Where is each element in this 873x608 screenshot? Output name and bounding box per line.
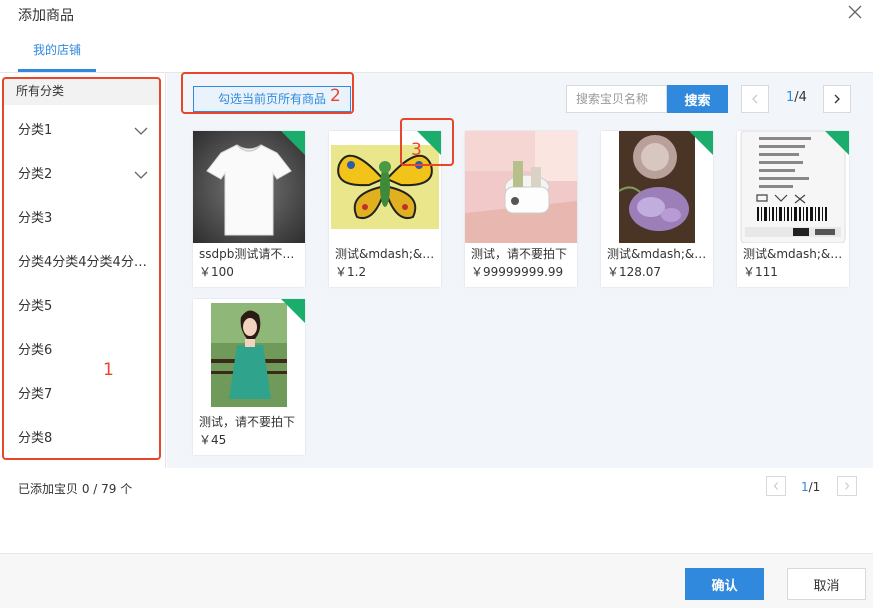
sidebar-item-category-6[interactable]: 分类6 bbox=[0, 329, 160, 373]
product-panel: 勾选当前页所有商品 搜索 1/4 ssdpb测试请不要拍 ￥100 bbox=[167, 73, 873, 468]
footer-page-indicator: 1/1 bbox=[801, 480, 820, 494]
prev-page-button[interactable] bbox=[741, 85, 769, 113]
dialog-title: 添加商品 bbox=[18, 8, 74, 24]
chevron-left-icon bbox=[752, 94, 758, 104]
featured-corner-tag bbox=[825, 131, 849, 155]
product-price: ￥111 bbox=[743, 265, 778, 279]
confirm-button[interactable]: 确认 bbox=[685, 568, 764, 600]
next-page-button[interactable] bbox=[823, 85, 851, 113]
product-name: ssdpb测试请不要拍 bbox=[199, 247, 299, 261]
sidebar-item-label: 分类6 bbox=[18, 343, 53, 358]
product-price: ￥100 bbox=[199, 265, 234, 279]
product-card[interactable]: 测试，请不要拍下 ￥45 bbox=[193, 299, 305, 455]
sidebar-item-label: 分类8 bbox=[18, 431, 53, 446]
sidebar-item-label: 分类4分类4分类4分类4分类4 bbox=[18, 255, 154, 270]
sidebar-header-all-categories[interactable]: 所有分类 bbox=[2, 77, 160, 105]
close-button[interactable] bbox=[847, 4, 863, 20]
page-indicator: 1/4 bbox=[786, 90, 807, 105]
product-name: 测试&mdash;&mdash; bbox=[335, 247, 435, 261]
product-card[interactable]: 测试，请不要拍下 ￥99999999.99 bbox=[465, 131, 577, 287]
chevron-right-icon bbox=[845, 482, 850, 490]
footer-prev-page-button[interactable] bbox=[766, 476, 786, 496]
product-price: ￥45 bbox=[199, 433, 227, 447]
sidebar-item-label: 分类1 bbox=[18, 123, 53, 138]
footer-total-pages: /1 bbox=[808, 480, 821, 494]
product-card[interactable]: 测试&mdash;&mdash; ￥128.07 bbox=[601, 131, 713, 287]
select-all-on-page-button[interactable]: 勾选当前页所有商品 bbox=[193, 86, 351, 112]
sidebar-item-category-5[interactable]: 分类5 bbox=[0, 285, 160, 329]
search-input[interactable] bbox=[566, 85, 667, 113]
sidebar-item-category-3[interactable]: 分类3 bbox=[0, 197, 160, 241]
annotation-number-3: 3 bbox=[411, 140, 422, 160]
product-price: ￥128.07 bbox=[607, 265, 661, 279]
product-name: 测试&mdash;&mdash; bbox=[743, 247, 843, 261]
chevron-down-icon[interactable] bbox=[134, 124, 148, 138]
chevron-right-icon bbox=[834, 94, 840, 104]
annotation-number-2: 2 bbox=[330, 86, 341, 106]
featured-corner-tag bbox=[281, 299, 305, 323]
product-card[interactable]: 测试&mdash;&mdash; ￥1.2 bbox=[329, 131, 441, 287]
product-card[interactable]: 测试&mdash;&mdash; ￥111 bbox=[737, 131, 849, 287]
tab-active-underline bbox=[18, 69, 96, 72]
sidebar-item-category-7[interactable]: 分类7 bbox=[0, 373, 160, 417]
sidebar-item-category-1[interactable]: 分类1 bbox=[0, 109, 160, 153]
featured-corner-tag bbox=[281, 131, 305, 155]
sidebar-item-label: 分类7 bbox=[18, 387, 53, 402]
product-name: 测试，请不要拍下 bbox=[471, 247, 568, 261]
sidebar-item-label: 分类3 bbox=[18, 211, 53, 226]
total-pages: /4 bbox=[794, 90, 807, 105]
sidebar-item-label: 分类5 bbox=[18, 299, 53, 314]
annotation-number-1: 1 bbox=[103, 360, 114, 380]
close-icon bbox=[848, 5, 862, 19]
chevron-down-icon[interactable] bbox=[134, 168, 148, 182]
sidebar-item-category-8[interactable]: 分类8 bbox=[0, 417, 160, 461]
sidebar-item-category-4[interactable]: 分类4分类4分类4分类4分类4 bbox=[0, 241, 160, 285]
chevron-left-icon bbox=[773, 482, 778, 490]
product-price: ￥1.2 bbox=[335, 265, 367, 279]
tab-bar: 我的店铺 bbox=[0, 28, 873, 73]
product-name: 测试&mdash;&mdash; bbox=[607, 247, 707, 261]
product-card[interactable]: ssdpb测试请不要拍 ￥100 bbox=[193, 131, 305, 287]
sidebar-item-label: 分类2 bbox=[18, 167, 53, 182]
added-count-info: 已添加宝贝 0 / 79 个 bbox=[18, 482, 133, 496]
footer-next-page-button[interactable] bbox=[837, 476, 857, 496]
featured-corner-tag bbox=[689, 131, 713, 155]
sidebar-item-category-2[interactable]: 分类2 bbox=[0, 153, 160, 197]
cancel-button[interactable]: 取消 bbox=[787, 568, 866, 600]
product-image bbox=[465, 131, 577, 243]
product-price: ￥99999999.99 bbox=[471, 265, 564, 279]
category-sidebar: 所有分类 分类1 分类2 分类3 分类4分类4分类4分类4分类4 分类5 分类6… bbox=[0, 73, 166, 468]
footer-current-page: 1 bbox=[801, 480, 809, 494]
tab-my-store[interactable]: 我的店铺 bbox=[18, 28, 96, 72]
product-name: 测试，请不要拍下 bbox=[199, 415, 296, 429]
search-button[interactable]: 搜索 bbox=[667, 85, 728, 113]
